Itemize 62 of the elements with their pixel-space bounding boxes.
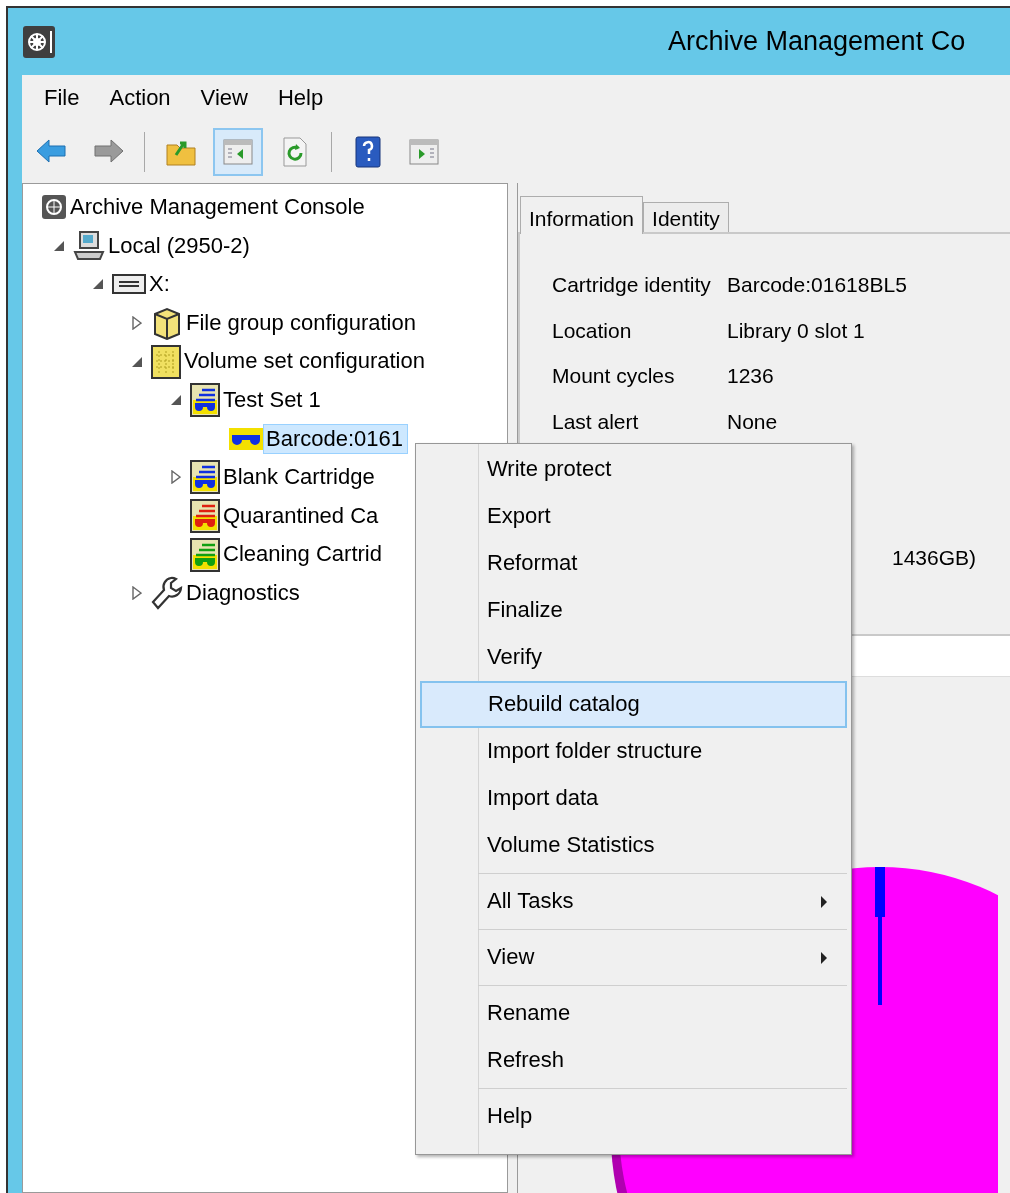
menu-item[interactable]: Write protect: [420, 446, 847, 493]
field-label: Mount cycles: [552, 363, 676, 389]
tree-item[interactable]: Test Set 1: [220, 385, 326, 416]
menu-item[interactable]: View: [190, 84, 258, 112]
cartridge-set-icon: [190, 460, 220, 495]
collapsed-triangle-icon[interactable]: [171, 470, 181, 485]
menu-item[interactable]: Refresh: [420, 1037, 847, 1084]
field-value: Library 0 slot 1: [727, 317, 865, 344]
field-label: Cartridge identity: [552, 272, 712, 298]
field-label: Location: [552, 317, 633, 344]
menu-item[interactable]: Volume Statistics: [420, 822, 847, 869]
field-label: Last alert: [552, 408, 640, 435]
tree-item[interactable]: X:: [146, 269, 175, 300]
tree-item[interactable]: File group configuration: [183, 307, 421, 339]
menu-item[interactable]: Export: [420, 493, 847, 540]
tree-item[interactable]: Volume set configuration: [181, 346, 430, 377]
expanded-triangle-icon[interactable]: [92, 278, 104, 291]
tree-item[interactable]: Blank Cartridge: [220, 462, 380, 493]
field-value: 1236: [727, 363, 774, 389]
submenu-arrow-icon: [820, 950, 828, 965]
wrench-icon: [151, 576, 183, 611]
file-box-icon: [151, 306, 183, 341]
cartridge-set-icon: [190, 383, 220, 418]
tree-item[interactable]: Barcode:0161: [263, 423, 408, 455]
field-value: Barcode:01618BL5: [727, 272, 907, 298]
tree-item[interactable]: Archive Management Console: [67, 192, 370, 223]
expanded-triangle-icon[interactable]: [131, 355, 143, 368]
menu-item[interactable]: Verify: [420, 634, 847, 681]
field-value: 1436GB): [892, 545, 977, 571]
menu-item[interactable]: Reformat: [420, 540, 847, 587]
cartridge-set-icon: [190, 499, 220, 534]
tab[interactable]: Information: [520, 195, 644, 234]
tree-item[interactable]: Diagnostics: [183, 578, 305, 609]
expanded-triangle-icon[interactable]: [53, 239, 65, 252]
menu-item[interactable]: Help: [267, 84, 334, 112]
menu-item[interactable]: Rename: [420, 990, 847, 1037]
collapsed-triangle-icon[interactable]: [132, 586, 142, 601]
computer-icon: [73, 229, 105, 262]
submenu-arrow-icon: [820, 894, 828, 909]
app-icon[interactable]: [22, 24, 56, 59]
collapsed-triangle-icon[interactable]: [132, 316, 142, 331]
tab[interactable]: Identity: [643, 201, 729, 234]
menu-item[interactable]: File: [34, 84, 90, 112]
expanded-triangle-icon[interactable]: [170, 394, 182, 407]
console-icon: [41, 194, 67, 221]
menu-item[interactable]: Finalize: [420, 587, 847, 634]
menu-item[interactable]: Import data: [420, 775, 847, 822]
drive-icon: [112, 272, 146, 297]
window-title: Archive Management Co: [668, 25, 966, 58]
grid-icon: [151, 344, 181, 379]
field-value: None: [727, 408, 778, 435]
menu-item[interactable]: Import folder structure: [420, 728, 847, 775]
menu-item[interactable]: View: [420, 934, 847, 981]
cartridge-set-icon: [190, 537, 220, 572]
tree-item[interactable]: Quarantined Ca: [220, 500, 384, 532]
menu-item[interactable]: Rebuild catalog: [420, 681, 847, 728]
tree-item[interactable]: Local (2950-2): [105, 230, 255, 262]
tree-item[interactable]: Cleaning Cartrid: [220, 539, 387, 570]
menu-item[interactable]: All Tasks: [420, 878, 847, 925]
menu-item[interactable]: Help: [420, 1093, 847, 1140]
cartridge-icon: [229, 427, 263, 450]
menu-item[interactable]: Action: [99, 84, 181, 112]
